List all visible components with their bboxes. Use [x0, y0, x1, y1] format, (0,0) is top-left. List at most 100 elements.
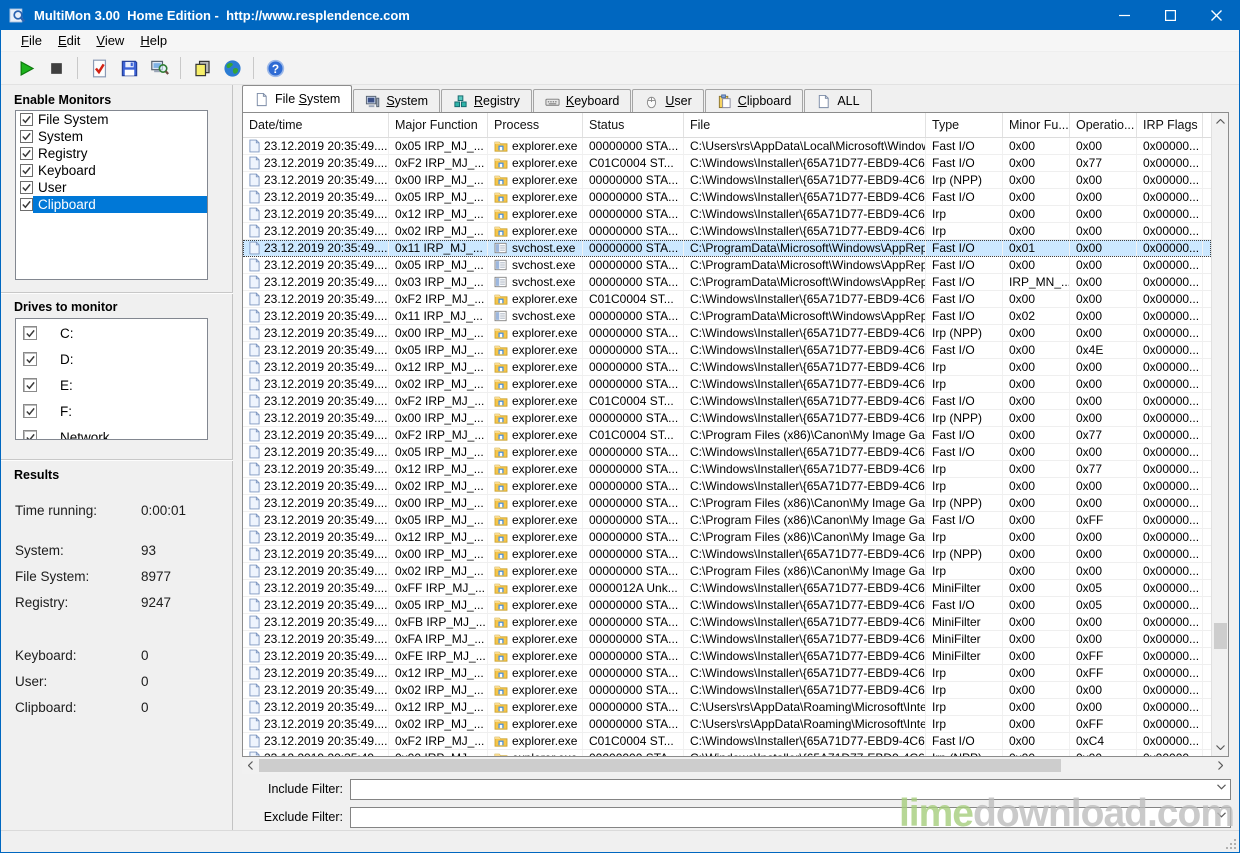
scroll-right-button[interactable]: [1212, 757, 1229, 774]
table-row[interactable]: 23.12.2019 20:35:49....0x05 IRP_MJ_...ex…: [243, 342, 1211, 359]
save-button[interactable]: [114, 55, 144, 82]
find-computer-button[interactable]: [144, 55, 174, 82]
monitor-item-file-system[interactable]: File System: [16, 111, 207, 128]
table-row[interactable]: 23.12.2019 20:35:49....0xFF IRP_MJ_...ex…: [243, 580, 1211, 597]
chevron-down-icon[interactable]: [1217, 812, 1226, 818]
table-row[interactable]: 23.12.2019 20:35:49....0x02 IRP_MJ_...ex…: [243, 223, 1211, 240]
table-row[interactable]: 23.12.2019 20:35:49....0xFA IRP_MJ_...ex…: [243, 631, 1211, 648]
checkbox-checked-icon[interactable]: [23, 404, 37, 418]
horizontal-scroll-thumb[interactable]: [259, 759, 1061, 772]
table-row[interactable]: 23.12.2019 20:35:49....0x05 IRP_MJ_...ex…: [243, 512, 1211, 529]
tab-user[interactable]: User: [632, 89, 703, 112]
table-row[interactable]: 23.12.2019 20:35:49....0x12 IRP_MJ_...ex…: [243, 206, 1211, 223]
tab-file-system[interactable]: File System: [242, 85, 352, 112]
checkbox-checked-icon[interactable]: [23, 378, 37, 392]
monitor-item-keyboard[interactable]: Keyboard: [16, 162, 207, 179]
table-row[interactable]: 23.12.2019 20:35:49....0xF2 IRP_MJ_...ex…: [243, 733, 1211, 750]
minimize-button[interactable]: [1101, 0, 1147, 30]
table-row[interactable]: 23.12.2019 20:35:49....0x05 IRP_MJ_...sv…: [243, 257, 1211, 274]
table-row[interactable]: 23.12.2019 20:35:49....0x11 IRP_MJ_...sv…: [243, 240, 1211, 257]
report-button[interactable]: [84, 55, 114, 82]
website-button[interactable]: [217, 55, 247, 82]
table-row[interactable]: 23.12.2019 20:35:49....0x00 IRP_MJ_...ex…: [243, 325, 1211, 342]
table-row[interactable]: 23.12.2019 20:35:49....0x03 IRP_MJ_...sv…: [243, 274, 1211, 291]
column-header-irp-flags[interactable]: IRP Flags: [1137, 113, 1203, 137]
drive-item-network[interactable]: Network: [16, 425, 207, 440]
column-header-type[interactable]: Type: [926, 113, 1003, 137]
resize-grip-icon[interactable]: [1224, 837, 1237, 850]
monitor-item-system[interactable]: System: [16, 128, 207, 145]
table-row[interactable]: 23.12.2019 20:35:49....0x05 IRP_MJ_...ex…: [243, 189, 1211, 206]
table-row[interactable]: 23.12.2019 20:35:49....0x05 IRP_MJ_...ex…: [243, 597, 1211, 614]
table-row[interactable]: 23.12.2019 20:35:49....0x02 IRP_MJ_...ex…: [243, 682, 1211, 699]
stop-button[interactable]: [41, 55, 71, 82]
scroll-left-button[interactable]: [242, 757, 259, 774]
vertical-scrollbar[interactable]: [1211, 113, 1228, 756]
table-row[interactable]: 23.12.2019 20:35:49....0x02 IRP_MJ_...ex…: [243, 376, 1211, 393]
scroll-up-button[interactable]: [1212, 113, 1229, 130]
monitor-item-registry[interactable]: Registry: [16, 145, 207, 162]
checkbox-checked-icon[interactable]: [20, 198, 33, 211]
tab-keyboard[interactable]: Keyboard: [533, 89, 632, 112]
table-row[interactable]: 23.12.2019 20:35:49....0x00 IRP_MJ_...ex…: [243, 495, 1211, 512]
copy-button[interactable]: [187, 55, 217, 82]
table-row[interactable]: 23.12.2019 20:35:49....0x00 IRP_MJ_...ex…: [243, 172, 1211, 189]
tab-registry[interactable]: Registry: [441, 89, 532, 112]
checkbox-checked-icon[interactable]: [23, 430, 37, 440]
column-header-date-time[interactable]: Date/time: [243, 113, 389, 137]
maximize-button[interactable]: [1147, 0, 1193, 30]
drive-item-f[interactable]: F:: [16, 399, 207, 423]
table-row[interactable]: 23.12.2019 20:35:49....0xF2 IRP_MJ_...ex…: [243, 393, 1211, 410]
checkbox-checked-icon[interactable]: [20, 130, 33, 143]
table-row[interactable]: 23.12.2019 20:35:49....0x05 IRP_MJ_...ex…: [243, 444, 1211, 461]
column-header-file[interactable]: File: [684, 113, 926, 137]
table-row[interactable]: 23.12.2019 20:35:49....0xF2 IRP_MJ_...ex…: [243, 155, 1211, 172]
exclude-filter-input[interactable]: [351, 808, 1230, 827]
table-row[interactable]: 23.12.2019 20:35:49....0x12 IRP_MJ_...ex…: [243, 461, 1211, 478]
checkbox-checked-icon[interactable]: [23, 326, 37, 340]
column-header-major-function[interactable]: Major Function: [389, 113, 488, 137]
include-filter-input[interactable]: [351, 780, 1230, 799]
table-row[interactable]: 23.12.2019 20:35:49....0x02 IRP_MJ_...ex…: [243, 563, 1211, 580]
column-header-status[interactable]: Status: [583, 113, 684, 137]
tab-clipboard[interactable]: Clipboard: [705, 89, 804, 112]
drive-item-e[interactable]: E:: [16, 373, 207, 397]
table-row[interactable]: 23.12.2019 20:35:49....0x12 IRP_MJ_...ex…: [243, 665, 1211, 682]
table-row[interactable]: 23.12.2019 20:35:49....0x05 IRP_MJ_...ex…: [243, 138, 1211, 155]
table-row[interactable]: 23.12.2019 20:35:49....0x02 IRP_MJ_...ex…: [243, 478, 1211, 495]
table-row[interactable]: 23.12.2019 20:35:49....0x12 IRP_MJ_...ex…: [243, 699, 1211, 716]
drives-list[interactable]: C:D:E:F:Network: [15, 318, 208, 440]
column-header-minor-fu[interactable]: Minor Fu...: [1003, 113, 1070, 137]
checkbox-checked-icon[interactable]: [20, 181, 33, 194]
checkbox-checked-icon[interactable]: [20, 113, 33, 126]
start-button[interactable]: [11, 55, 41, 82]
table-row[interactable]: 23.12.2019 20:35:49....0xF2 IRP_MJ_...ex…: [243, 291, 1211, 308]
vertical-scroll-thumb[interactable]: [1214, 623, 1227, 649]
table-row[interactable]: 23.12.2019 20:35:49....0x12 IRP_MJ_...ex…: [243, 359, 1211, 376]
help-button[interactable]: ?: [260, 55, 290, 82]
checkbox-checked-icon[interactable]: [20, 147, 33, 160]
table-row[interactable]: 23.12.2019 20:35:49....0x02 IRP_MJ_...ex…: [243, 716, 1211, 733]
menu-item-view[interactable]: View: [88, 31, 132, 50]
chevron-down-icon[interactable]: [1217, 784, 1226, 790]
menu-item-help[interactable]: Help: [132, 31, 175, 50]
table-row[interactable]: 23.12.2019 20:35:49....0x12 IRP_MJ_...ex…: [243, 529, 1211, 546]
column-header-process[interactable]: Process: [488, 113, 583, 137]
menu-item-file[interactable]: File: [13, 31, 50, 50]
table-row[interactable]: 23.12.2019 20:35:49....0x11 IRP_MJ_...sv…: [243, 308, 1211, 325]
close-button[interactable]: [1193, 0, 1239, 30]
enable-monitors-list[interactable]: File SystemSystemRegistryKeyboardUserCli…: [15, 110, 208, 280]
table-row[interactable]: 23.12.2019 20:35:49....0xFE IRP_MJ_...ex…: [243, 648, 1211, 665]
table-row[interactable]: 23.12.2019 20:35:49....0x00 IRP_MJ_...ex…: [243, 410, 1211, 427]
column-header-operatio[interactable]: Operatio...: [1070, 113, 1137, 137]
drive-item-d[interactable]: D:: [16, 347, 207, 371]
tab-all[interactable]: ALL: [804, 89, 871, 112]
table-row[interactable]: 23.12.2019 20:35:49....0xF2 IRP_MJ_...ex…: [243, 427, 1211, 444]
menu-item-edit[interactable]: Edit: [50, 31, 88, 50]
horizontal-scrollbar[interactable]: [242, 757, 1229, 774]
table-row[interactable]: 23.12.2019 20:35:49....0xFB IRP_MJ_...ex…: [243, 614, 1211, 631]
checkbox-checked-icon[interactable]: [20, 164, 33, 177]
monitor-item-user[interactable]: User: [16, 179, 207, 196]
tab-system[interactable]: System: [353, 89, 440, 112]
monitor-item-clipboard[interactable]: Clipboard: [16, 196, 207, 213]
